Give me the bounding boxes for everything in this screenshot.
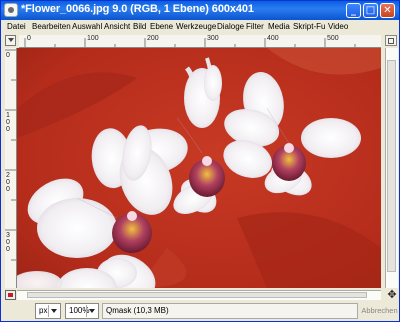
menu-video[interactable]: Video xyxy=(328,22,348,31)
quickmask-toggle-icon[interactable] xyxy=(5,290,16,300)
unit-selector[interactable]: px xyxy=(35,303,61,319)
hruler-label: 0 xyxy=(27,35,31,42)
menu-media[interactable]: Media xyxy=(268,22,290,31)
menu-datei[interactable]: Datei xyxy=(7,22,26,31)
menu-skript-fu[interactable]: Skript-Fu xyxy=(293,22,325,31)
hruler-label: 500 xyxy=(327,35,339,42)
menu-bar: Datei Bearbeiten Auswahl Ansicht Bild Eb… xyxy=(2,20,398,34)
menu-ansicht[interactable]: Ansicht xyxy=(104,22,130,31)
image-canvas[interactable] xyxy=(17,48,381,288)
horizontal-scrollbar[interactable] xyxy=(17,290,381,300)
status-message: Qmask (10,3 MB) xyxy=(102,303,358,319)
vruler-label: 200 xyxy=(6,172,10,193)
horizontal-scroll-thumb[interactable] xyxy=(27,292,367,298)
orchid-photo-quickmask xyxy=(17,48,381,288)
maximize-button[interactable]: □ xyxy=(363,3,378,18)
move-arrows-icon[interactable]: ✥ xyxy=(386,289,398,301)
menu-filter[interactable]: Filter xyxy=(246,22,264,31)
menu-werkzeuge[interactable]: Werkzeuge xyxy=(176,22,216,31)
navigate-icon[interactable] xyxy=(385,35,397,46)
menu-bearbeiten[interactable]: Bearbeiten xyxy=(32,22,71,31)
image-menu-icon[interactable] xyxy=(5,35,16,46)
minimize-button[interactable]: _ xyxy=(346,3,361,18)
zoom-selector[interactable]: 100% xyxy=(65,303,99,319)
vruler-label: 100 xyxy=(6,112,10,133)
window-title: *Flower_0066.jpg 9.0 (RGB, 1 Ebene) 600x… xyxy=(21,3,254,15)
close-button[interactable]: ✕ xyxy=(380,3,395,18)
title-bar[interactable]: *Flower_0066.jpg 9.0 (RGB, 1 Ebene) 600x… xyxy=(1,1,399,20)
menu-bild[interactable]: Bild xyxy=(133,22,146,31)
vruler-label: 0 xyxy=(6,52,10,59)
hruler-label: 200 xyxy=(147,35,159,42)
pointer-coordinates xyxy=(5,303,33,319)
menu-auswahl[interactable]: Auswahl xyxy=(72,22,102,31)
horizontal-ruler[interactable]: 0 100 200 300 400 500 xyxy=(19,35,381,48)
hruler-label: 300 xyxy=(207,35,219,42)
image-window: *Flower_0066.jpg 9.0 (RGB, 1 Ebene) 600x… xyxy=(0,0,400,322)
status-bar: px 100% Qmask (10,3 MB) Abbrechen xyxy=(1,301,399,321)
gimp-app-icon[interactable] xyxy=(4,3,18,17)
unit-value: px xyxy=(39,306,48,315)
menu-dialoge[interactable]: Dialoge xyxy=(217,22,244,31)
chevron-down-icon[interactable] xyxy=(86,305,97,317)
hruler-label: 400 xyxy=(267,35,279,42)
vertical-ruler[interactable]: 0 100 200 300 xyxy=(5,48,17,288)
vertical-scroll-thumb[interactable] xyxy=(387,60,396,272)
vertical-scrollbar[interactable] xyxy=(385,48,398,288)
cancel-button[interactable]: Abbrechen xyxy=(361,303,398,319)
chevron-down-icon[interactable] xyxy=(48,305,59,317)
vruler-label: 300 xyxy=(6,232,10,253)
menu-ebene[interactable]: Ebene xyxy=(150,22,173,31)
hruler-label: 100 xyxy=(87,35,99,42)
